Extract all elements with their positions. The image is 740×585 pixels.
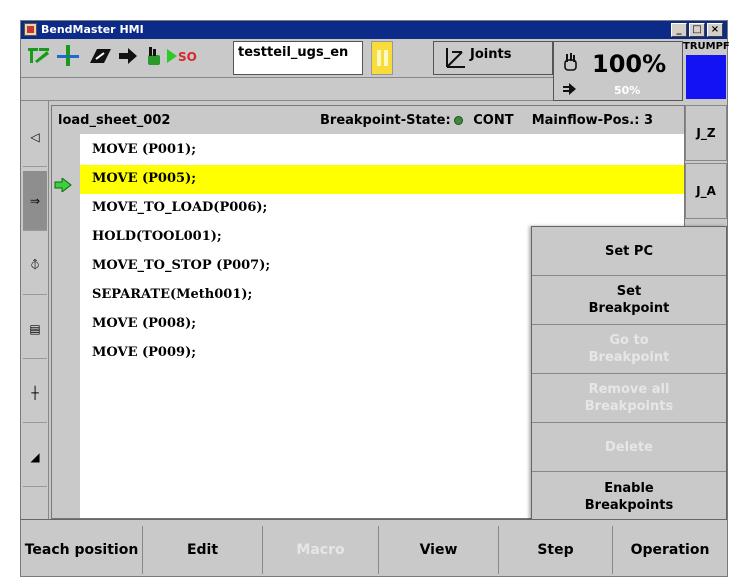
breakpoint-state-label: Breakpoint-State: [320, 113, 451, 128]
collapse-arrow-icon[interactable]: ◁ [23, 107, 47, 167]
tool-z-icon[interactable]: ◢ [23, 427, 47, 487]
tab-view[interactable]: View [379, 526, 499, 574]
hand-icon[interactable] [143, 45, 165, 67]
joints-icon [446, 48, 465, 68]
program-speed-value: 50% [614, 84, 641, 97]
tab-operation[interactable]: Operation [613, 526, 727, 574]
context-menu: Set PC Set Breakpoint Go to Breakpoint R… [531, 226, 727, 521]
svg-text:SO: SO [178, 50, 197, 64]
breakpoint-status: Breakpoint-State: CONT Mainflow-Pos.: 3 [320, 113, 653, 128]
pause-icon [377, 50, 381, 66]
tab-edit[interactable]: Edit [143, 526, 263, 574]
run-state: CONT [473, 113, 514, 128]
app-window: BendMaster HMI _ □ × SO testteil_ugs_en … [20, 20, 730, 577]
program-file-name: load_sheet_002 [58, 113, 171, 128]
tab-step[interactable]: Step [499, 526, 613, 574]
coordinate-mode-label: Joints [470, 47, 512, 62]
code-line-current[interactable]: MOVE (P005); [80, 165, 684, 194]
brand-name: TRUMPF [683, 41, 730, 52]
axis-icon[interactable]: ┼ [23, 363, 47, 423]
brand-color-block [686, 55, 726, 99]
coordinate-mode-button[interactable]: Joints [433, 41, 553, 75]
program-icon[interactable]: ⇒ [23, 171, 47, 231]
gripper-icon[interactable] [87, 45, 113, 67]
status-icons: SO [25, 41, 233, 71]
enable-breakpoints-button[interactable]: Enable Breakpoints [532, 472, 726, 521]
bottom-tab-bar: Teach position Edit Macro View Step Oper… [21, 519, 727, 575]
window-title: BendMaster HMI [41, 23, 144, 36]
breakpoint-state-indicator [453, 116, 463, 125]
close-button[interactable]: × [707, 23, 723, 37]
go-to-breakpoint-button[interactable]: Go to Breakpoint [532, 325, 726, 374]
program-speed-icon [563, 83, 576, 95]
arrow-right-icon[interactable] [117, 45, 139, 67]
delete-button[interactable]: Delete [532, 423, 726, 472]
jog-a-button[interactable]: J_A [685, 163, 727, 219]
tool-icon[interactable] [27, 45, 53, 67]
maximize-button[interactable]: □ [689, 23, 705, 37]
io-icon[interactable]: SO [165, 45, 199, 67]
java-app-icon [24, 23, 37, 36]
program-name-field[interactable]: testteil_ugs_en [233, 41, 363, 75]
tab-teach-position[interactable]: Teach position [21, 526, 143, 574]
jog-z-button[interactable]: J_Z [685, 105, 727, 161]
editor-header: load_sheet_002 Breakpoint-State: CONT Ma… [52, 106, 684, 134]
override-panel[interactable]: 100% 50% [553, 41, 683, 101]
status-message-row [21, 77, 553, 101]
coordinate-icon[interactable]: ⦽ [23, 235, 47, 295]
pause-button[interactable] [371, 41, 393, 75]
override-value: 100% [592, 50, 667, 78]
set-pc-button[interactable]: Set PC [532, 227, 726, 276]
remove-all-breakpoints-button[interactable]: Remove all Breakpoints [532, 374, 726, 423]
tab-macro[interactable]: Macro [263, 526, 379, 574]
brand-logo: TRUMPF [683, 41, 730, 101]
left-sidebar: ◁ ⇒ ⦽ ▤ ┼ ◢ [21, 101, 49, 519]
hand-override-icon [564, 53, 577, 71]
mainflow-label: Mainflow-Pos.: [531, 113, 640, 128]
robot-axis-icon[interactable] [55, 45, 81, 67]
line-gutter[interactable] [52, 134, 80, 518]
set-breakpoint-button[interactable]: Set Breakpoint [532, 276, 726, 325]
title-bar: BendMaster HMI _ □ × [21, 21, 727, 39]
program-counter-icon [54, 178, 72, 192]
list-icon[interactable]: ▤ [23, 299, 47, 359]
top-toolbar: SO testteil_ugs_en Joints 100% 50% TRUMP… [21, 39, 730, 101]
code-line[interactable]: MOVE (P001); [80, 136, 684, 165]
minimize-button[interactable]: _ [671, 23, 687, 37]
code-line[interactable]: MOVE_TO_LOAD(P006); [80, 194, 684, 223]
mainflow-value: 3 [643, 113, 653, 128]
right-jog-buttons: J_Z J_A [685, 105, 727, 225]
